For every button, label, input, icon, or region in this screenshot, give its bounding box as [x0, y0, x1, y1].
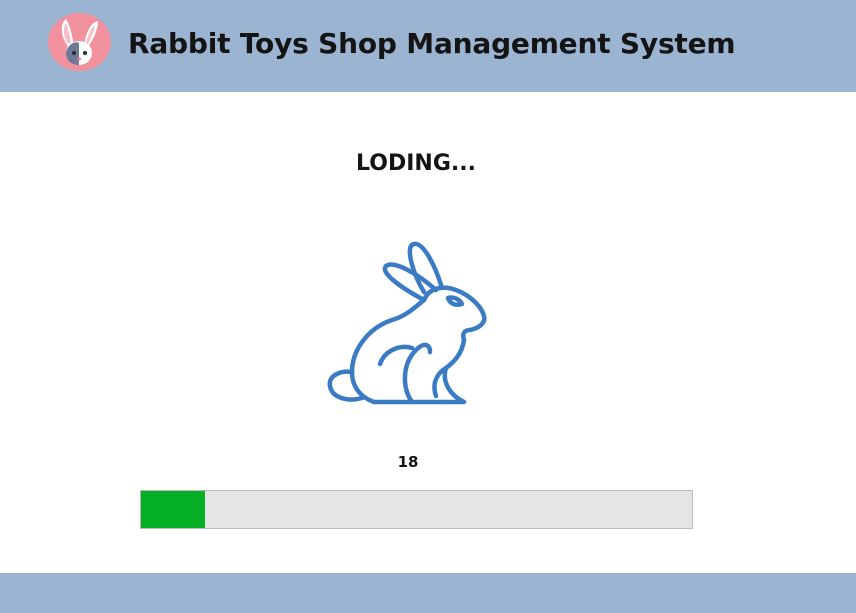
footer-bar	[0, 573, 856, 613]
app-title: Rabbit Toys Shop Management System	[128, 27, 736, 60]
rabbit-logo-icon	[48, 13, 111, 71]
progress-bar	[140, 490, 693, 529]
loading-label: LODING...	[356, 151, 476, 176]
header-bar: Rabbit Toys Shop Management System	[0, 0, 856, 92]
progress-value: 18	[397, 453, 419, 471]
progress-bar-fill	[141, 491, 205, 528]
splash-window: Rabbit Toys Shop Management System LODIN…	[0, 0, 856, 613]
rabbit-outline-icon	[318, 238, 490, 414]
